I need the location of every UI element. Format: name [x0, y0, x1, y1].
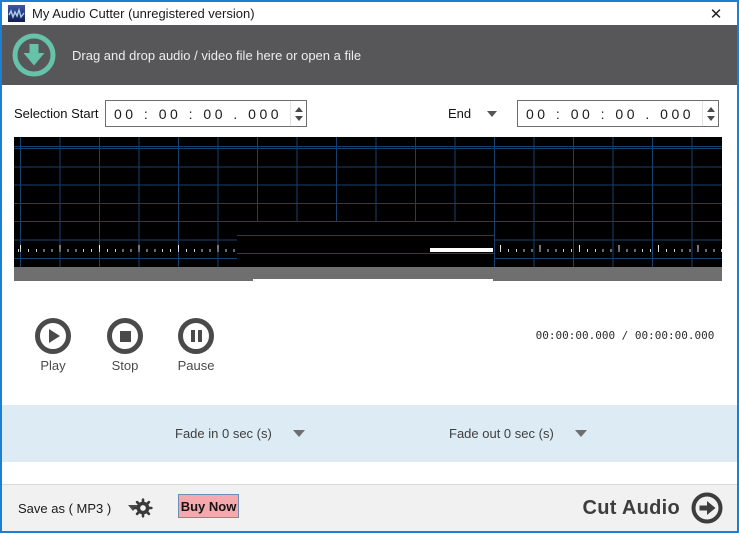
arrow-right-icon: [691, 492, 723, 524]
scrollbar-notch: [253, 279, 493, 281]
spinner-down-icon[interactable]: [294, 115, 303, 121]
end-spinner: [702, 101, 718, 126]
settings-button[interactable]: [132, 485, 154, 531]
play-control: Play: [30, 318, 76, 373]
fade-in-dropdown[interactable]: Fade in 0 sec (s): [175, 405, 305, 462]
stop-control: Stop: [102, 318, 148, 373]
selection-end-input[interactable]: 00 : 00 : 00 . 000: [517, 100, 719, 127]
dropzone-text: Drag and drop audio / video file here or…: [72, 47, 362, 63]
play-label: Play: [40, 358, 66, 373]
cut-audio-button[interactable]: Cut Audio: [583, 485, 724, 531]
play-button[interactable]: [35, 318, 71, 354]
fade-out-dropdown[interactable]: Fade out 0 sec (s): [449, 405, 587, 462]
stop-icon: [119, 330, 131, 342]
waveform-logo-icon: [8, 7, 25, 20]
waveform-grid-patch: [237, 222, 494, 267]
spinner-down-icon[interactable]: [706, 115, 715, 121]
time-display: 00:00:00.000 / 00:00:00.000: [535, 329, 715, 342]
footer-bar: Save as ( MP3 ) Buy Now Cut Audio: [2, 484, 737, 531]
selection-start-label: Selection Start: [14, 106, 99, 121]
selection-start-value: 00 : 00 : 00 . 000: [113, 105, 283, 122]
close-icon: ✕: [709, 5, 723, 23]
stop-label: Stop: [111, 358, 139, 373]
file-dropzone[interactable]: Drag and drop audio / video file here or…: [2, 25, 737, 85]
selection-end-value: 00 : 00 : 00 . 000: [525, 105, 695, 122]
spinner-up-icon[interactable]: [294, 106, 303, 112]
cut-audio-label: Cut Audio: [582, 496, 680, 519]
chevron-down-icon: [292, 430, 305, 437]
fade-panel: Fade in 0 sec (s) Fade out 0 sec (s): [2, 405, 737, 462]
window-title: My Audio Cutter (unregistered version): [32, 6, 255, 21]
gear-icon: [133, 498, 153, 518]
buy-now-button[interactable]: Buy Now: [178, 494, 239, 518]
waveform-display[interactable]: [14, 137, 722, 267]
end-label: End: [448, 106, 472, 121]
play-icon: [49, 329, 60, 343]
save-as-label: Save as ( MP3 ): [18, 500, 112, 516]
close-button[interactable]: ✕: [701, 2, 731, 25]
titlebar: My Audio Cutter (unregistered version) ✕: [2, 2, 737, 25]
start-spinner: [290, 101, 306, 126]
save-as-dropdown[interactable]: Save as ( MP3 ): [18, 485, 139, 531]
position-thumb[interactable]: [430, 248, 493, 252]
chevron-down-icon: [574, 430, 587, 437]
waveform-panel: [14, 137, 722, 281]
chevron-down-icon: [487, 110, 498, 117]
spinner-up-icon[interactable]: [706, 106, 715, 112]
stop-button[interactable]: [107, 318, 143, 354]
pause-icon: [190, 330, 202, 342]
selection-start-input[interactable]: 00 : 00 : 00 . 000: [105, 100, 307, 127]
fade-out-label: Fade out 0 sec (s): [449, 426, 554, 441]
pause-control: Pause: [173, 318, 219, 373]
app-icon: [8, 5, 25, 22]
waveform-scrollbar[interactable]: [14, 267, 722, 281]
download-icon: [12, 33, 56, 77]
pause-label: Pause: [177, 358, 215, 373]
fade-in-label: Fade in 0 sec (s): [175, 426, 272, 441]
end-dropdown[interactable]: End: [448, 100, 498, 127]
pause-button[interactable]: [178, 318, 214, 354]
app-window: My Audio Cutter (unregistered version) ✕…: [0, 0, 739, 533]
time-ruler-left: [14, 245, 237, 253]
time-ruler-right: [494, 245, 722, 253]
